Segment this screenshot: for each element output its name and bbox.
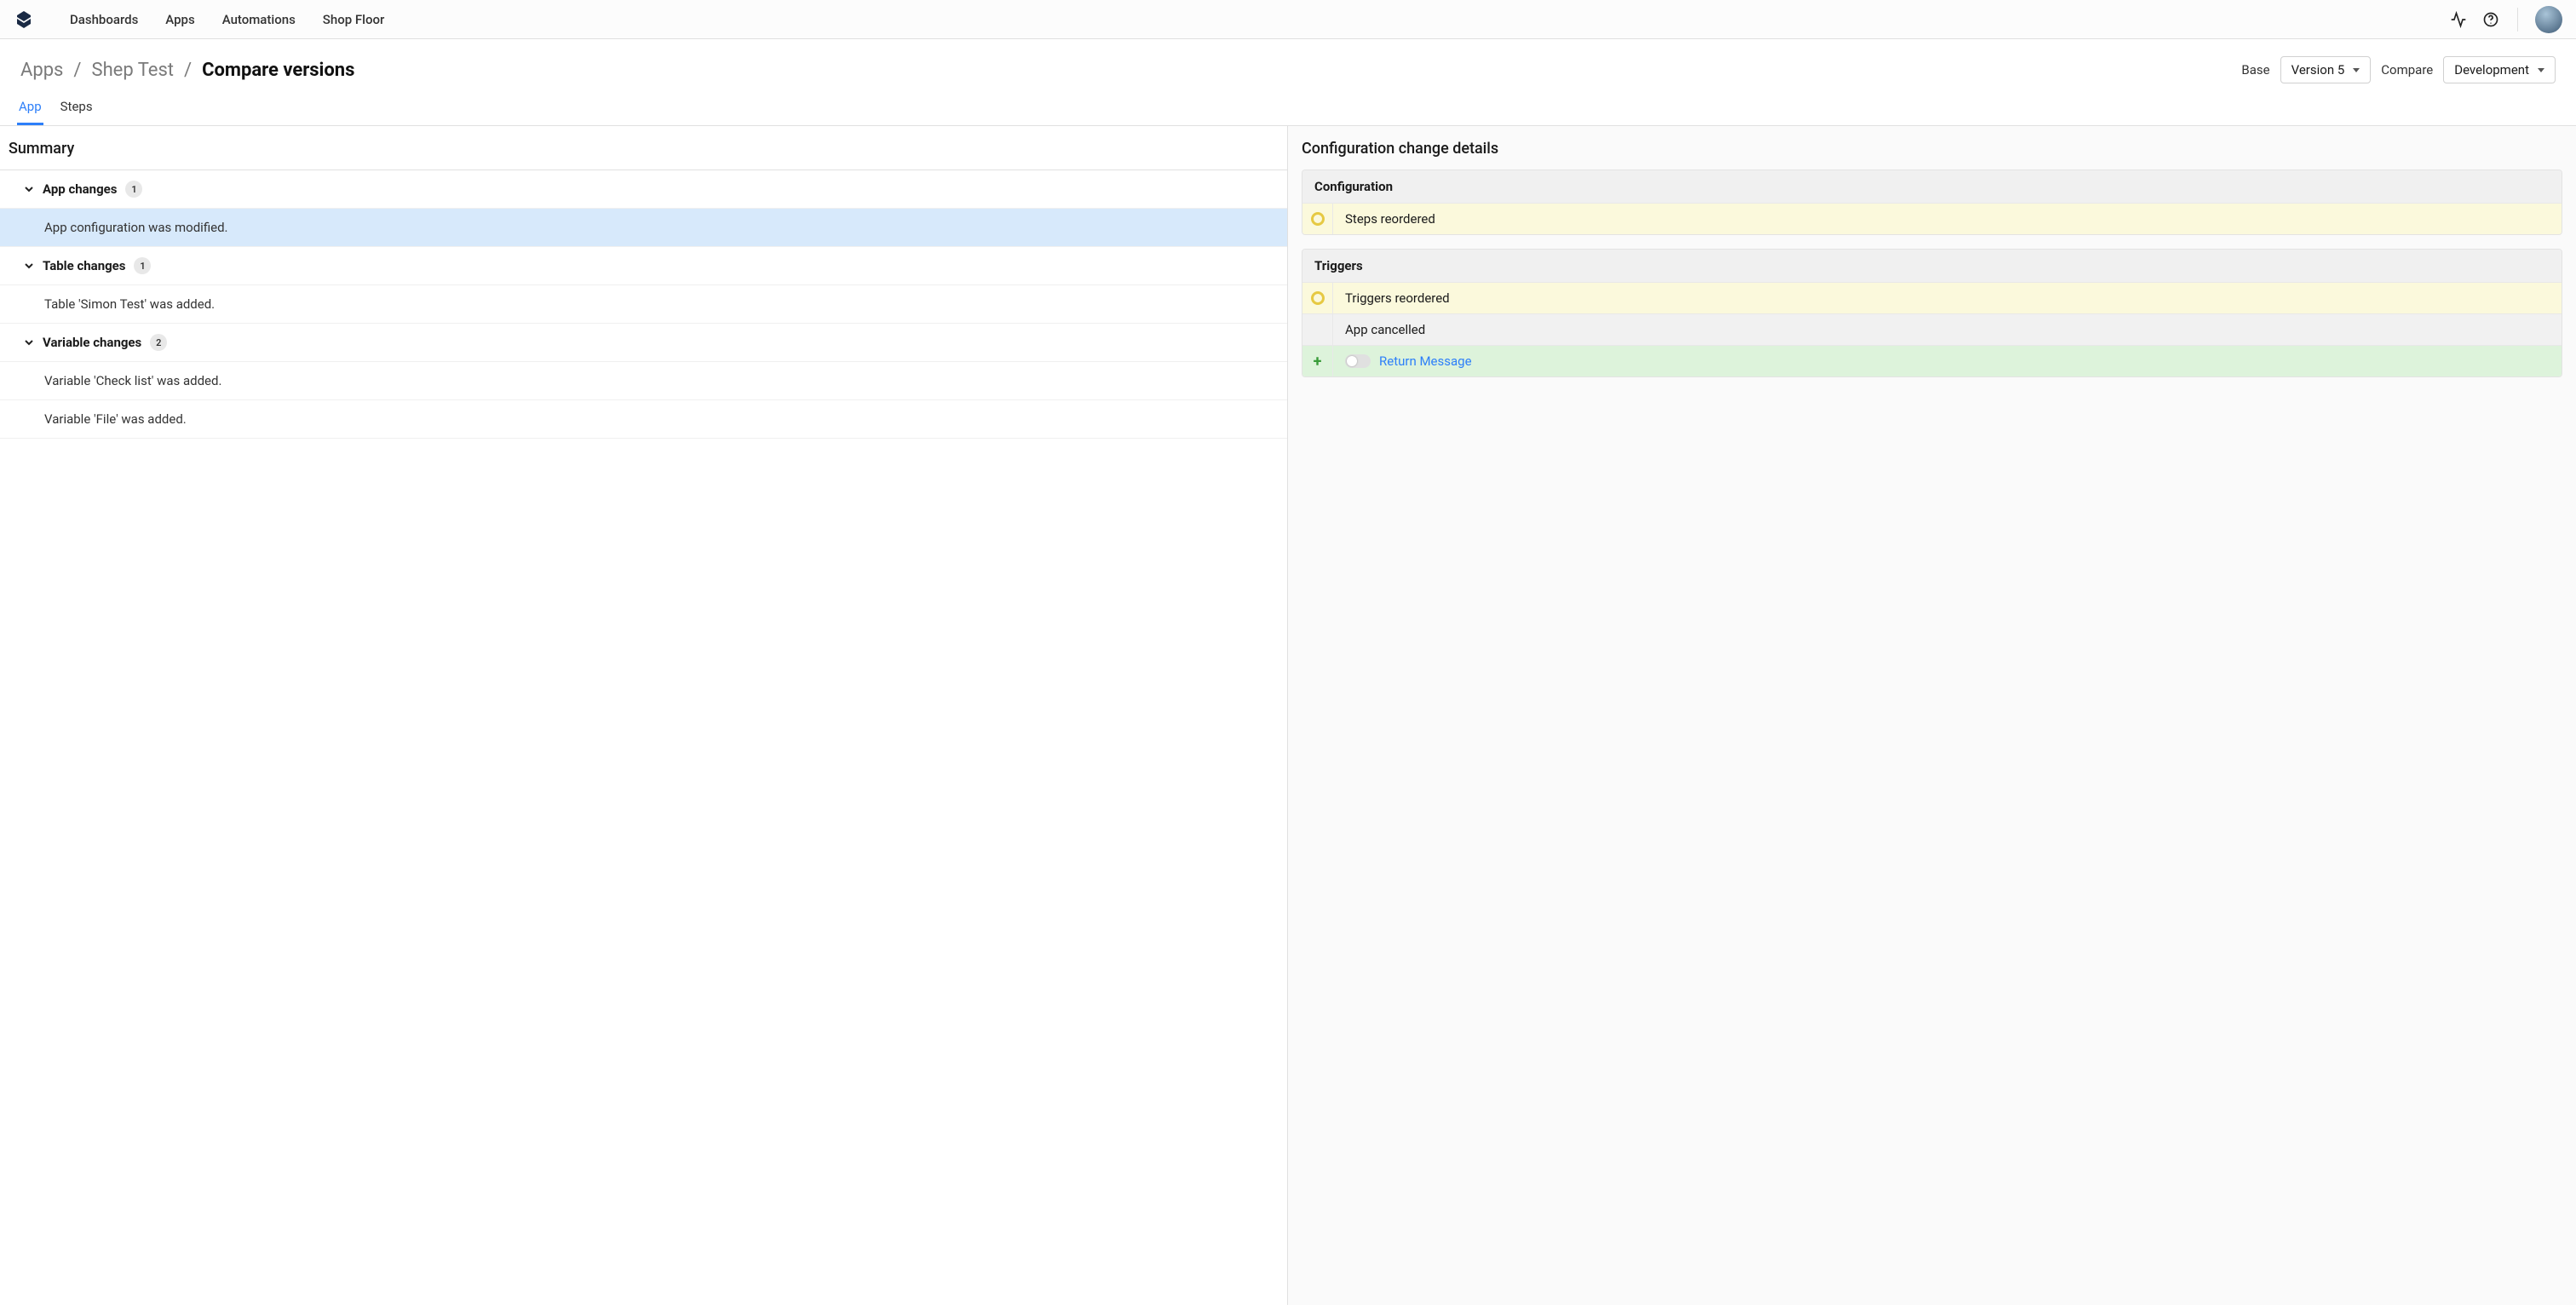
detail-row[interactable]: Steps reordered: [1302, 203, 2562, 234]
breadcrumb-apps[interactable]: Apps: [20, 60, 63, 81]
help-icon[interactable]: [2481, 10, 2500, 29]
summary-item[interactable]: Table 'Simon Test' was added.: [0, 285, 1287, 324]
base-version-value: Version 5: [2291, 62, 2345, 78]
nav-automations[interactable]: Automations: [222, 12, 296, 27]
detail-row-text: Return Message: [1333, 346, 2562, 376]
header-row: Apps / Shep Test / Compare versions Base…: [0, 39, 2576, 94]
compare-version-select[interactable]: Development: [2443, 56, 2556, 83]
neutral-icon: [1302, 314, 1333, 345]
tab-steps[interactable]: Steps: [59, 94, 95, 125]
topbar-divider: [2517, 8, 2518, 32]
detail-head: Configuration: [1302, 170, 2562, 203]
summary-pane: Summary App changes 1 App configuration …: [0, 126, 1288, 1305]
breadcrumb-current: Compare versions: [202, 60, 354, 81]
modified-icon: [1302, 204, 1333, 234]
brand-logo-icon[interactable]: [14, 9, 34, 30]
breadcrumb-sep: /: [73, 60, 81, 81]
summary-item[interactable]: Variable 'File' was added.: [0, 400, 1287, 439]
detail-row[interactable]: App cancelled: [1302, 313, 2562, 345]
detail-row-text: Triggers reordered: [1333, 283, 2562, 313]
summary-item[interactable]: Variable 'Check list' was added.: [0, 362, 1287, 400]
group-count-badge: 2: [150, 334, 167, 351]
breadcrumb-app-name[interactable]: Shep Test: [92, 60, 175, 81]
detail-row[interactable]: Triggers reordered: [1302, 282, 2562, 313]
group-header-label: Table changes: [43, 258, 125, 273]
topbar: Dashboards Apps Automations Shop Floor: [0, 0, 2576, 39]
breadcrumb: Apps / Shep Test / Compare versions: [20, 60, 354, 81]
chevron-down-icon: [24, 184, 34, 194]
breadcrumb-sep: /: [184, 60, 192, 81]
base-version-select[interactable]: Version 5: [2280, 56, 2372, 83]
detail-section-triggers: Triggers Triggers reordered App cancelle…: [1302, 249, 2562, 377]
group-app-changes[interactable]: App changes 1: [0, 170, 1287, 209]
nav-shopfloor[interactable]: Shop Floor: [323, 12, 385, 27]
summary-title: Summary: [0, 126, 1287, 170]
details-pane: Configuration change details Configurati…: [1288, 126, 2576, 1305]
details-title: Configuration change details: [1288, 126, 2576, 169]
nav-apps[interactable]: Apps: [165, 12, 194, 27]
group-table-changes[interactable]: Table changes 1: [0, 247, 1287, 285]
group-count-badge: 1: [125, 181, 142, 198]
detail-section-configuration: Configuration Steps reordered: [1302, 169, 2562, 235]
chevron-down-icon: [2538, 68, 2544, 72]
detail-row-link[interactable]: Return Message: [1379, 353, 1472, 369]
version-controls: Base Version 5 Compare Development: [2241, 56, 2556, 83]
base-label: Base: [2241, 62, 2269, 78]
group-header-label: App changes: [43, 181, 117, 197]
chevron-down-icon: [24, 261, 34, 271]
topbar-right: [2449, 6, 2562, 33]
nav-dashboards[interactable]: Dashboards: [70, 12, 138, 27]
avatar[interactable]: [2535, 6, 2562, 33]
detail-row[interactable]: + Return Message: [1302, 345, 2562, 376]
tab-app[interactable]: App: [17, 94, 43, 125]
topbar-left: Dashboards Apps Automations Shop Floor: [14, 9, 384, 30]
activity-icon[interactable]: [2449, 10, 2468, 29]
toggle-switch[interactable]: [1345, 354, 1371, 368]
chevron-down-icon: [24, 337, 34, 348]
group-header-label: Variable changes: [43, 335, 141, 350]
detail-head: Triggers: [1302, 250, 2562, 282]
summary-item[interactable]: App configuration was modified.: [0, 209, 1287, 247]
compare-label: Compare: [2381, 62, 2433, 78]
nav-links: Dashboards Apps Automations Shop Floor: [70, 12, 384, 27]
tabs: App Steps: [0, 94, 2576, 126]
chevron-down-icon: [2353, 68, 2360, 72]
group-variable-changes[interactable]: Variable changes 2: [0, 324, 1287, 362]
detail-row-text: Steps reordered: [1333, 204, 2562, 234]
detail-row-text: App cancelled: [1333, 314, 2562, 345]
group-count-badge: 1: [134, 257, 151, 274]
added-icon: +: [1302, 346, 1333, 376]
modified-icon: [1302, 283, 1333, 313]
compare-version-value: Development: [2454, 62, 2529, 78]
content: Summary App changes 1 App configuration …: [0, 126, 2576, 1305]
